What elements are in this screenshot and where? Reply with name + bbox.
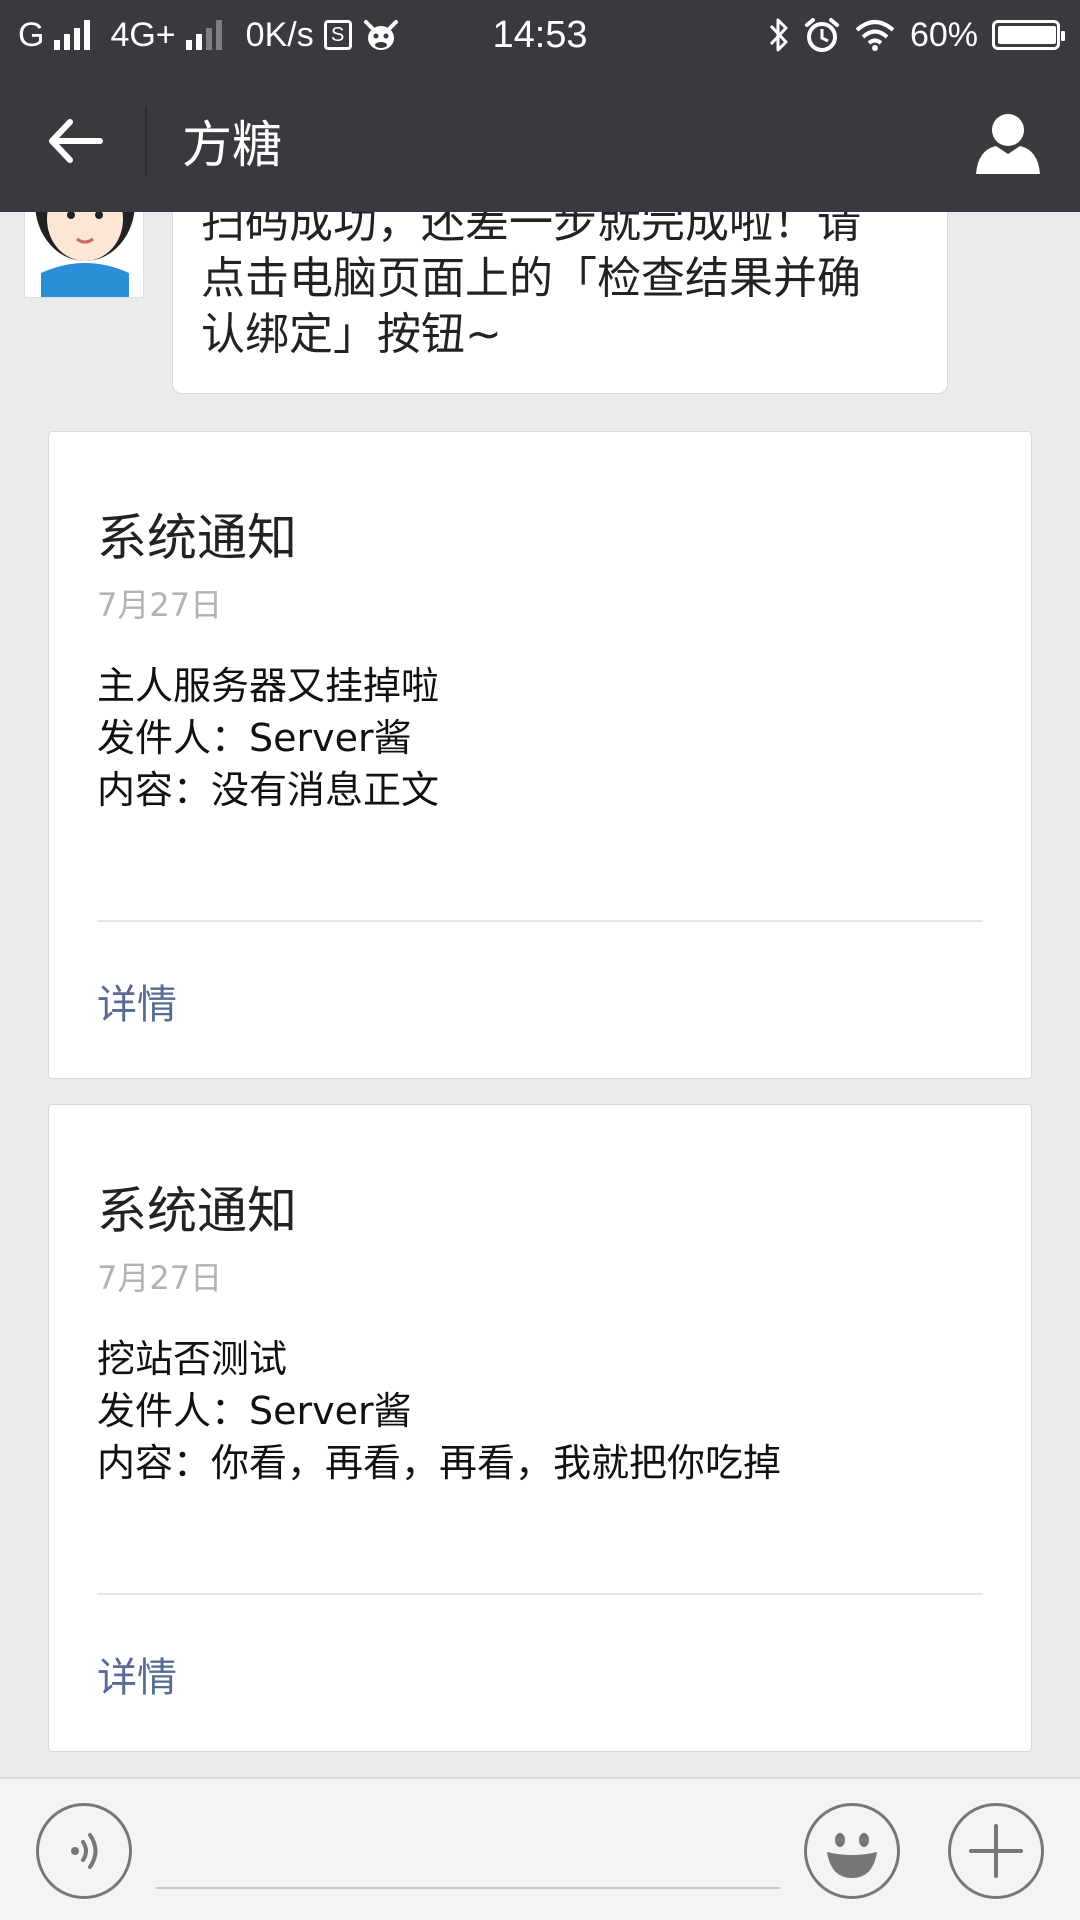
card-divider [97,920,983,922]
status-bar: G 4G+ 0K/s S 14:53 60% [0,0,1080,70]
voice-icon [71,1833,98,1869]
card-line-content: 内容：没有消息正文 [97,768,440,812]
card-body: 主人服务器又挂掉啦 发件人：Server酱 内容：没有消息正文 [97,660,439,816]
notification-card[interactable]: 系统通知 7月27日 主人服务器又挂掉啦 发件人：Server酱 内容：没有消息… [48,431,1032,1079]
nav-divider [145,106,147,176]
card-line-sender: 发件人：Server酱 [97,1389,412,1433]
input-bar [0,1777,1080,1920]
emoji-button[interactable] [804,1803,900,1899]
cartoon-avatar-icon [35,212,135,297]
chat-bubble[interactable]: 扫码成功，还差一步就完成啦！请 点击电脑页面上的「检查结果并确 认绑定」按钮~ [172,212,948,394]
emoji-icon [827,1833,877,1878]
card-line-subject: 主人服务器又挂掉啦 [97,664,440,708]
bubble-line-2: 点击电脑页面上的「检查结果并确 [201,253,861,304]
battery-icon [992,20,1065,50]
bubble-line-1: 扫码成功，还差一步就完成啦！请 [201,212,861,248]
alarm-icon [804,18,839,52]
battery-percent: 60% [909,15,978,54]
more-button[interactable] [948,1803,1044,1899]
plus-icon [969,1824,1023,1878]
wifi-icon [855,20,895,51]
bluetooth-icon [769,18,788,52]
details-link[interactable]: 详情 [97,972,177,1030]
back-arrow-icon[interactable] [40,106,110,176]
chat-area[interactable]: 扫码成功，还差一步就完成啦！请 点击电脑页面上的「检查结果并确 认绑定」按钮~ … [0,212,1080,1777]
card-line-sender: 发件人：Server酱 [97,716,412,760]
avatar[interactable] [24,212,144,298]
voice-button[interactable] [36,1803,132,1899]
nav-bar: 方糖 [0,70,1080,212]
card-body: 挖站否测试 发件人：Server酱 内容：你看，再看，再看，我就把你吃掉 [97,1333,781,1489]
chat-title: 方糖 [182,116,282,174]
message-input[interactable] [156,1819,780,1889]
card-line-content: 内容：你看，再看，再看，我就把你吃掉 [97,1441,782,1485]
status-right: 60% [768,0,1065,70]
details-link[interactable]: 详情 [97,1645,177,1703]
person-icon[interactable] [974,108,1042,176]
card-date: 7月27日 [97,1259,223,1297]
card-divider [97,1593,983,1595]
card-line-subject: 挖站否测试 [97,1337,288,1381]
notification-card[interactable]: 系统通知 7月27日 挖站否测试 发件人：Server酱 内容：你看，再看，再看… [48,1104,1032,1752]
card-title: 系统通知 [97,1182,297,1240]
bubble-line-3: 认绑定」按钮~ [201,309,502,360]
card-date: 7月27日 [97,586,223,624]
card-title: 系统通知 [97,509,297,567]
